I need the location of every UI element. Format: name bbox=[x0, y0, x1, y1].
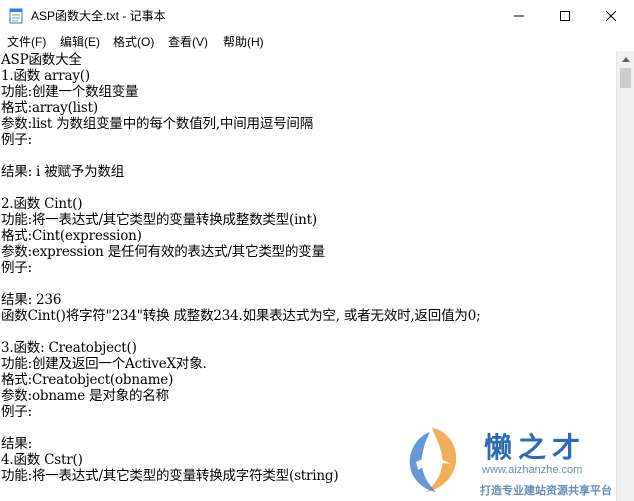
text-line: 例子: bbox=[1, 260, 32, 276]
text-line: 功能:创建一个数组变量 bbox=[1, 84, 139, 100]
text-line: 格式:Creatobject(obname) bbox=[1, 372, 174, 388]
text-line: 4.函数 Cstr() bbox=[1, 452, 83, 468]
text-line: ASP函数大全 bbox=[1, 52, 82, 68]
notepad-icon bbox=[9, 8, 23, 24]
text-line: 参数:obname 是对象的名称 bbox=[1, 388, 169, 404]
watermark-logo-icon bbox=[409, 428, 457, 492]
text-line: 参数:expression 是任何有效的表达式/其它类型的变量 bbox=[1, 244, 325, 260]
text-line: 例子: bbox=[1, 132, 32, 148]
text-line: 功能:将一表达式/其它类型的变量转换成整数类型(int) bbox=[1, 212, 317, 228]
text-line: 结果: i 被赋予为数组 bbox=[1, 164, 125, 180]
minimize-icon bbox=[514, 15, 524, 16]
text-line: 格式:Cint(expression) bbox=[1, 228, 142, 244]
text-line: 功能:将一表达式/其它类型的变量转换成字符类型(string) bbox=[1, 468, 339, 484]
menu-bar: 文件(F) 编辑(E) 格式(O) 查看(V) 帮助(H) bbox=[0, 31, 634, 51]
text-line: 例子: bbox=[1, 404, 32, 420]
title-bar[interactable]: ASP函数大全.txt - 记事本 bbox=[0, 0, 634, 32]
maximize-button[interactable] bbox=[542, 0, 588, 31]
menu-edit[interactable]: 编辑(E) bbox=[60, 33, 100, 50]
scroll-up-button[interactable] bbox=[617, 51, 634, 68]
text-line: 参数:list 为数组变量中的每个数值列,中间用逗号间隔 bbox=[1, 116, 314, 132]
watermark-title: 懒之才 bbox=[484, 431, 587, 464]
chevron-up-icon bbox=[621, 57, 630, 62]
watermark-url: www.aizhanzhe.com bbox=[482, 464, 583, 476]
watermark: 懒之才 www.aizhanzhe.com 打造专业建站资源共享平台 bbox=[396, 420, 634, 501]
text-line: 1.函数 array() bbox=[1, 68, 90, 84]
text-line: 3.函数: Creatobject() bbox=[1, 340, 137, 356]
text-line: 格式:array(list) bbox=[1, 100, 98, 116]
text-line: 结果: 236 bbox=[1, 292, 62, 308]
menu-help[interactable]: 帮助(H) bbox=[223, 33, 264, 50]
minimize-button[interactable] bbox=[496, 0, 542, 31]
close-icon bbox=[606, 10, 616, 21]
text-line: 2.函数 Cint() bbox=[1, 196, 83, 212]
watermark-slogan: 打造专业建站资源共享平台 bbox=[480, 485, 612, 497]
window-title: ASP函数大全.txt - 记事本 bbox=[31, 9, 166, 23]
menu-format[interactable]: 格式(O) bbox=[113, 33, 154, 50]
text-line: 功能:创建及返回一个ActiveX对象. bbox=[1, 356, 207, 372]
close-button[interactable] bbox=[588, 0, 634, 31]
menu-file[interactable]: 文件(F) bbox=[7, 33, 46, 50]
maximize-icon bbox=[560, 10, 570, 21]
scroll-thumb[interactable] bbox=[620, 68, 631, 88]
text-line: 函数Cint()将字符"234"转换 成整数234.如果表达式为空, 或者无效时… bbox=[1, 308, 481, 324]
menu-view[interactable]: 查看(V) bbox=[168, 33, 208, 50]
text-line: 结果: bbox=[1, 436, 32, 452]
